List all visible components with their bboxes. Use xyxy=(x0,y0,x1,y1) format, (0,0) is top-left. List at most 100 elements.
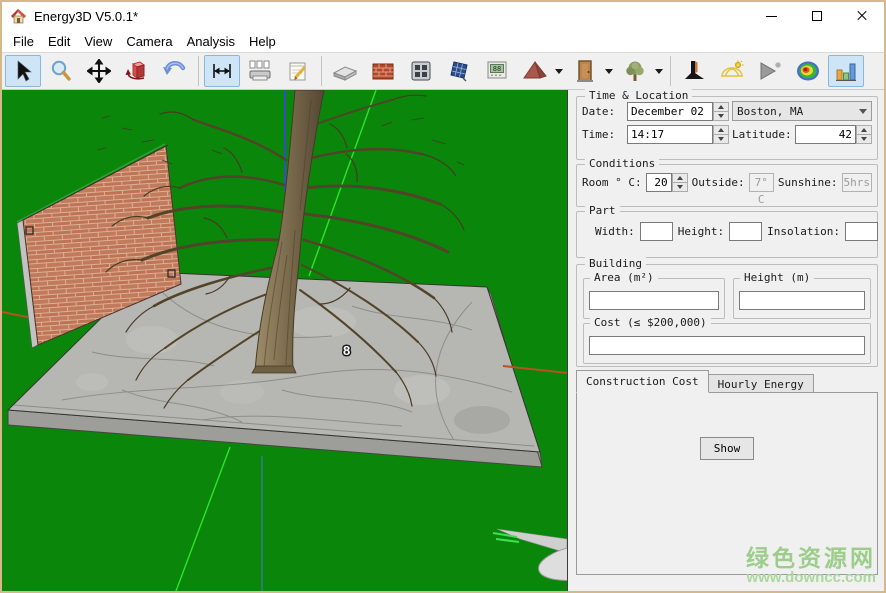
chevron-down-icon xyxy=(859,109,867,114)
sensor-button[interactable]: 88 xyxy=(479,55,515,87)
roof-dropdown-icon[interactable] xyxy=(555,69,563,74)
solar-panel-icon xyxy=(447,59,471,83)
latitude-input[interactable] xyxy=(795,125,856,144)
building-cost-label: Cost (≤ $200,000) xyxy=(590,316,711,329)
time-spinner xyxy=(627,125,729,144)
room-temp-spinner xyxy=(646,173,688,192)
part-width-input[interactable] xyxy=(640,222,673,241)
sun-animation-button[interactable] xyxy=(752,55,788,87)
part-insolation-label: Insolation: xyxy=(767,225,840,238)
building-height-label: Height (m) xyxy=(740,271,814,284)
date-spin-up[interactable] xyxy=(713,102,729,112)
outside-temp-label: Outside: xyxy=(692,176,745,189)
sunshine-value: 5hrs xyxy=(842,173,873,192)
energy-chart-icon xyxy=(834,59,858,83)
pan-button[interactable] xyxy=(81,55,117,87)
toolbar-separator xyxy=(670,56,671,86)
time-location-group: Time & Location Date: Boston, MA xyxy=(576,96,878,160)
room-temp-spin-up[interactable] xyxy=(672,173,688,183)
solar-panel-button[interactable] xyxy=(441,55,477,87)
measure-icon xyxy=(210,59,234,83)
room-temp-input[interactable] xyxy=(646,173,672,192)
measure-button[interactable] xyxy=(204,55,240,87)
heliodon-button[interactable] xyxy=(714,55,750,87)
energy-chart-button[interactable] xyxy=(828,55,864,87)
wall-button[interactable] xyxy=(365,55,401,87)
select-button[interactable] xyxy=(5,55,41,87)
part-insolation-input[interactable] xyxy=(845,222,878,241)
app-house-icon xyxy=(10,8,27,24)
heliodon-icon xyxy=(719,59,745,83)
roof-button[interactable] xyxy=(517,55,553,87)
undo-button[interactable] xyxy=(157,55,193,87)
outside-temp-value: 7° C xyxy=(749,173,774,192)
bottom-tabs: Construction Cost Hourly Energy xyxy=(576,371,878,393)
sensor-display-text: 88 xyxy=(493,65,501,73)
heat-map-button[interactable] xyxy=(790,55,826,87)
latitude-spin-down[interactable] xyxy=(856,135,872,144)
building-group: Building Area (m²) Height (m) Cost (≤ $2… xyxy=(576,264,878,367)
tab-construction-cost[interactable]: Construction Cost xyxy=(576,370,709,393)
tab-content: Show xyxy=(576,392,878,575)
date-spin-down[interactable] xyxy=(713,112,729,121)
menu-view[interactable]: View xyxy=(77,32,119,51)
annotate-icon xyxy=(286,59,310,83)
undo-icon xyxy=(162,59,188,83)
zoom-button[interactable] xyxy=(43,55,79,87)
window-title: Energy3D V5.0.1* xyxy=(34,9,138,24)
latitude-spinner xyxy=(795,125,872,144)
room-temp-spin-down[interactable] xyxy=(672,183,688,192)
menu-help[interactable]: Help xyxy=(242,32,283,51)
door-dropdown-icon[interactable] xyxy=(605,69,613,74)
time-input[interactable] xyxy=(627,125,713,144)
tab-hourly-energy[interactable]: Hourly Energy xyxy=(709,374,814,393)
door-button[interactable] xyxy=(567,55,603,87)
latitude-label: Latitude: xyxy=(732,128,792,141)
menu-camera[interactable]: Camera xyxy=(119,32,179,51)
roof-icon xyxy=(522,59,548,83)
title-bar: Energy3D V5.0.1* xyxy=(2,2,884,30)
part-width-label: Width: xyxy=(595,225,635,238)
building-height-group: Height (m) xyxy=(733,278,871,319)
show-button[interactable]: Show xyxy=(700,437,754,460)
latitude-spin-up[interactable] xyxy=(856,125,872,135)
time-spin-up[interactable] xyxy=(713,125,729,135)
time-location-title: Time & Location xyxy=(585,89,692,102)
part-height-input[interactable] xyxy=(729,222,762,241)
building-height-input[interactable] xyxy=(739,291,865,310)
maximize-button[interactable] xyxy=(794,2,839,30)
viewport-3d[interactable]: 8 xyxy=(2,90,568,591)
menu-file[interactable]: File xyxy=(6,32,41,51)
close-icon xyxy=(856,10,868,22)
up-arrow-icon xyxy=(677,176,683,180)
time-spin-down[interactable] xyxy=(713,135,729,144)
maximize-icon xyxy=(812,11,822,21)
menu-edit[interactable]: Edit xyxy=(41,32,77,51)
tree-button[interactable] xyxy=(617,55,653,87)
annotation-label: 8 xyxy=(343,343,350,358)
menu-analysis[interactable]: Analysis xyxy=(180,32,242,51)
building-area-group: Area (m²) xyxy=(583,278,725,319)
part-title: Part xyxy=(585,204,620,217)
print-pages-button[interactable] xyxy=(242,55,278,87)
building-cost-input[interactable] xyxy=(589,336,865,355)
date-input[interactable] xyxy=(627,102,713,121)
platform-button[interactable] xyxy=(327,55,363,87)
city-select[interactable]: Boston, MA xyxy=(732,101,872,121)
side-panel: Time & Location Date: Boston, MA xyxy=(572,90,884,591)
building-area-label: Area (m²) xyxy=(590,271,658,284)
down-arrow-icon xyxy=(718,137,724,141)
minimize-button[interactable] xyxy=(749,2,794,30)
door-icon xyxy=(574,59,596,83)
close-button[interactable] xyxy=(839,2,884,30)
up-arrow-icon xyxy=(861,128,867,132)
sunshine-label: Sunshine: xyxy=(778,176,838,189)
city-value: Boston, MA xyxy=(737,105,803,118)
rotate-button[interactable] xyxy=(119,55,155,87)
window-button[interactable] xyxy=(403,55,439,87)
building-area-input[interactable] xyxy=(589,291,719,310)
shadow-button[interactable] xyxy=(676,55,712,87)
annotate-button[interactable] xyxy=(280,55,316,87)
tree-dropdown-icon[interactable] xyxy=(655,69,663,74)
down-arrow-icon xyxy=(718,114,724,118)
